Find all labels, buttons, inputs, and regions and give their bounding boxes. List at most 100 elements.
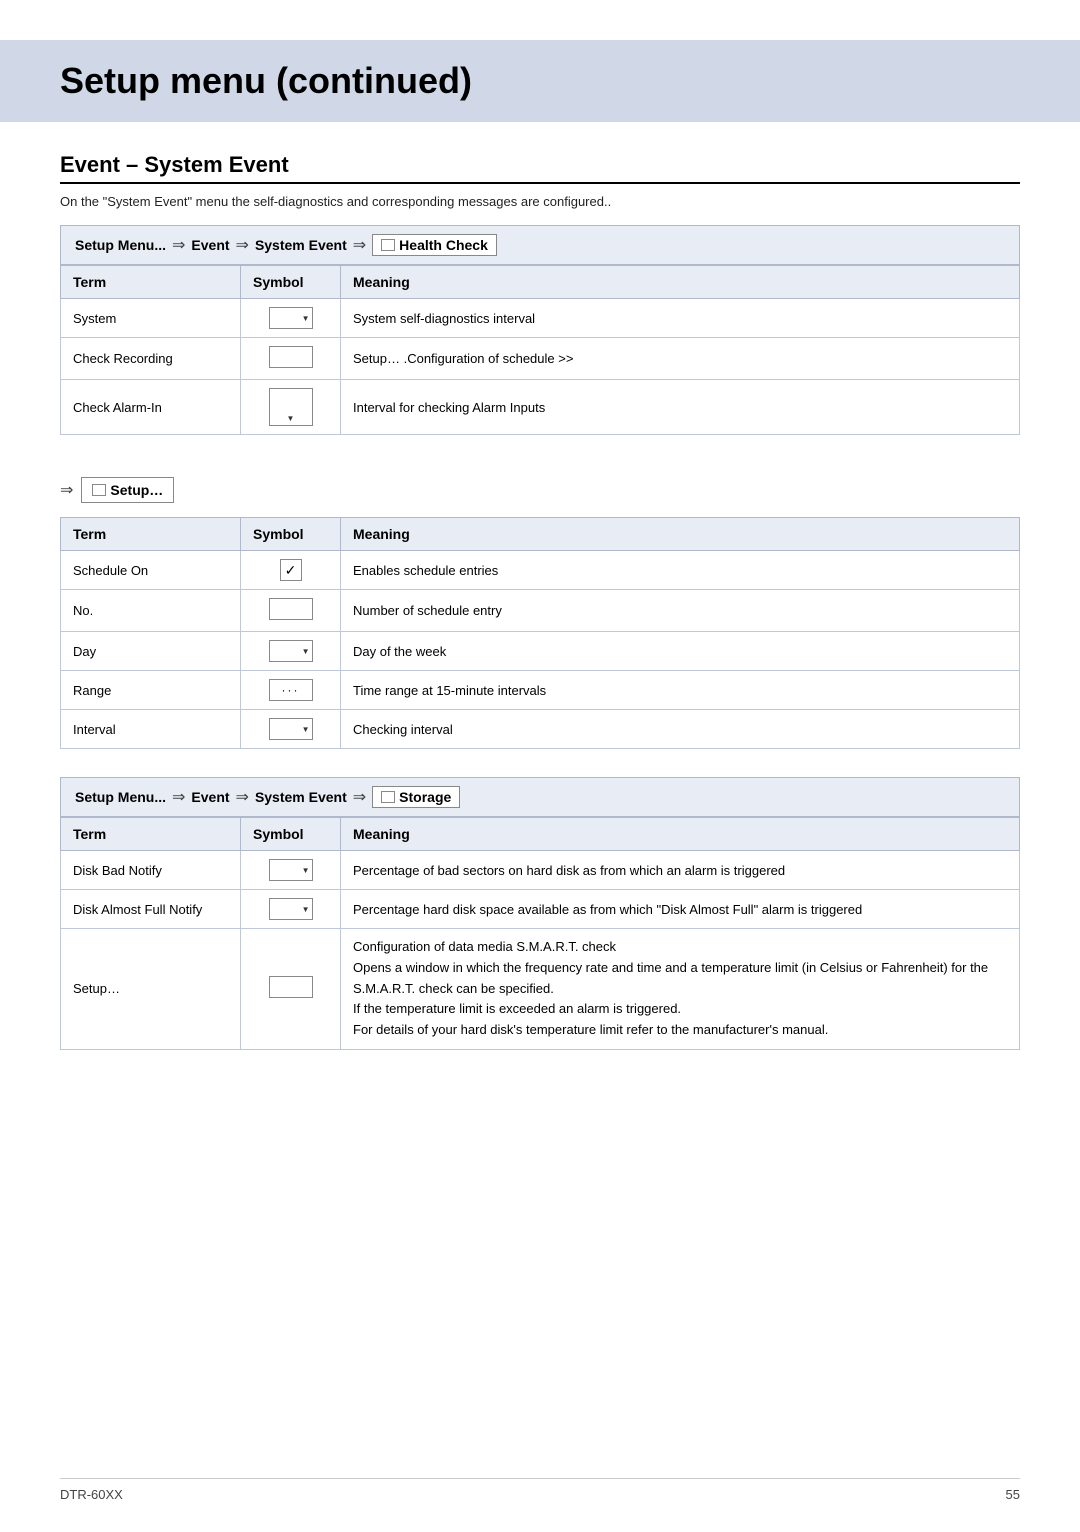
meaning-schedule-on: Enables schedule entries xyxy=(341,551,1020,590)
box-icon-smart xyxy=(269,976,313,998)
col-header-meaning-3: Meaning xyxy=(341,818,1020,851)
symbol-disk-full xyxy=(241,890,341,929)
term-check-alarm: Check Alarm-In xyxy=(61,380,241,435)
dropdown-icon-day[interactable] xyxy=(269,640,313,662)
col-header-meaning-2: Meaning xyxy=(341,518,1020,551)
term-range: Range xyxy=(61,671,241,710)
breadcrumb-arrow-1: ⇒ xyxy=(172,235,185,255)
col-header-term-3: Term xyxy=(61,818,241,851)
section-schedule: Term Symbol Meaning Schedule On ✓ Enable… xyxy=(60,517,1020,749)
breadcrumb-1: Setup Menu... ⇒ Event ⇒ System Event ⇒ H… xyxy=(60,225,1020,265)
dropdown-icon-disk-full[interactable] xyxy=(269,898,313,920)
symbol-interval xyxy=(241,710,341,749)
meaning-disk-bad: Percentage of bad sectors on hard disk a… xyxy=(341,851,1020,890)
term-setup-smart: Setup… xyxy=(61,929,241,1050)
meaning-system: System self-diagnostics interval xyxy=(341,299,1020,338)
table-health-check: Term Symbol Meaning System System self-d… xyxy=(60,265,1020,435)
col-header-meaning-1: Meaning xyxy=(341,266,1020,299)
term-system: System xyxy=(61,299,241,338)
breadcrumb-box-2: Storage xyxy=(372,786,460,808)
table-row: Disk Bad Notify Percentage of bad sector… xyxy=(61,851,1020,890)
breadcrumb-label-2: Storage xyxy=(399,789,451,805)
symbol-setup-smart xyxy=(241,929,341,1050)
table-row: Check Recording Setup… .Configuration of… xyxy=(61,338,1020,380)
col-header-term-1: Term xyxy=(61,266,241,299)
ellipsis-icon[interactable]: ··· xyxy=(269,679,313,701)
table-row: Day Day of the week xyxy=(61,632,1020,671)
term-disk-bad: Disk Bad Notify xyxy=(61,851,241,890)
setup-arrow-row: ⇒ Setup… xyxy=(60,463,1020,517)
symbol-system xyxy=(241,299,341,338)
term-disk-full: Disk Almost Full Notify xyxy=(61,890,241,929)
symbol-check-alarm xyxy=(241,380,341,435)
col-header-symbol-3: Symbol xyxy=(241,818,341,851)
meaning-interval: Checking interval xyxy=(341,710,1020,749)
section-event-system: Event – System Event On the "System Even… xyxy=(60,152,1020,435)
breadcrumb-box-icon-1 xyxy=(381,239,395,251)
section-storage: Setup Menu... ⇒ Event ⇒ System Event ⇒ S… xyxy=(60,777,1020,1050)
dropdown-icon-interval[interactable] xyxy=(269,718,313,740)
table-row: Setup… Configuration of data media S.M.A… xyxy=(61,929,1020,1050)
section-title-1: Event – System Event xyxy=(60,152,1020,184)
meaning-disk-full: Percentage hard disk space available as … xyxy=(341,890,1020,929)
setup-label: Setup… xyxy=(110,482,163,498)
col-header-symbol-1: Symbol xyxy=(241,266,341,299)
breadcrumb2-item-2: Event xyxy=(191,789,229,805)
table-row: Range ··· Time range at 15-minute interv… xyxy=(61,671,1020,710)
term-interval: Interval xyxy=(61,710,241,749)
table-row: Disk Almost Full Notify Percentage hard … xyxy=(61,890,1020,929)
table-row: Interval Checking interval xyxy=(61,710,1020,749)
section-desc-1: On the "System Event" menu the self-diag… xyxy=(60,194,1020,209)
breadcrumb2-item-1: Setup Menu... xyxy=(75,789,166,805)
breadcrumb2-arrow-1: ⇒ xyxy=(172,787,185,807)
symbol-disk-bad xyxy=(241,851,341,890)
meaning-no: Number of schedule entry xyxy=(341,590,1020,632)
dropdown-icon[interactable] xyxy=(269,307,313,329)
breadcrumb-arrow-3: ⇒ xyxy=(353,235,366,255)
breadcrumb-item-2: Event xyxy=(191,237,229,253)
breadcrumb2-arrow-3: ⇒ xyxy=(353,787,366,807)
term-schedule-on: Schedule On xyxy=(61,551,241,590)
table-row: Schedule On ✓ Enables schedule entries xyxy=(61,551,1020,590)
table-storage: Term Symbol Meaning Disk Bad Notify Perc… xyxy=(60,817,1020,1050)
box-icon xyxy=(269,346,313,368)
meaning-check-recording: Setup… .Configuration of schedule >> xyxy=(341,338,1020,380)
setup-box[interactable]: Setup… xyxy=(81,477,174,503)
table-row: No. Number of schedule entry xyxy=(61,590,1020,632)
breadcrumb-box-1: Health Check xyxy=(372,234,497,256)
breadcrumb-box-icon-2 xyxy=(381,791,395,803)
dropdown-icon-disk-bad[interactable] xyxy=(269,859,313,881)
term-day: Day xyxy=(61,632,241,671)
setup-arrow-icon: ⇒ xyxy=(60,480,73,500)
breadcrumb-item-1: Setup Menu... xyxy=(75,237,166,253)
setup-box-icon xyxy=(92,484,106,496)
breadcrumb-item-3: System Event xyxy=(255,237,347,253)
meaning-setup-smart: Configuration of data media S.M.A.R.T. c… xyxy=(341,929,1020,1050)
symbol-check-recording xyxy=(241,338,341,380)
check-icon[interactable]: ✓ xyxy=(280,559,302,581)
col-header-symbol-2: Symbol xyxy=(241,518,341,551)
term-no: No. xyxy=(61,590,241,632)
meaning-check-alarm: Interval for checking Alarm Inputs xyxy=(341,380,1020,435)
breadcrumb2-arrow-2: ⇒ xyxy=(236,787,249,807)
meaning-day: Day of the week xyxy=(341,632,1020,671)
page-header: Setup menu (continued) xyxy=(0,40,1080,122)
table-row: Check Alarm-In Interval for checking Ala… xyxy=(61,380,1020,435)
breadcrumb-2: Setup Menu... ⇒ Event ⇒ System Event ⇒ S… xyxy=(60,777,1020,817)
term-check-recording: Check Recording xyxy=(61,338,241,380)
breadcrumb-label-1: Health Check xyxy=(399,237,488,253)
dropdown-tall-icon[interactable] xyxy=(269,388,313,426)
col-header-term-2: Term xyxy=(61,518,241,551)
footer-page-number: 55 xyxy=(1006,1487,1020,1502)
symbol-no xyxy=(241,590,341,632)
symbol-range: ··· xyxy=(241,671,341,710)
table-row: System System self-diagnostics interval xyxy=(61,299,1020,338)
breadcrumb-arrow-2: ⇒ xyxy=(236,235,249,255)
symbol-schedule-on: ✓ xyxy=(241,551,341,590)
meaning-range: Time range at 15-minute intervals xyxy=(341,671,1020,710)
page-footer: DTR-60XX 55 xyxy=(60,1478,1020,1502)
symbol-day xyxy=(241,632,341,671)
page-title: Setup menu (continued) xyxy=(60,60,472,101)
table-schedule: Term Symbol Meaning Schedule On ✓ Enable… xyxy=(60,517,1020,749)
footer-model: DTR-60XX xyxy=(60,1487,123,1502)
